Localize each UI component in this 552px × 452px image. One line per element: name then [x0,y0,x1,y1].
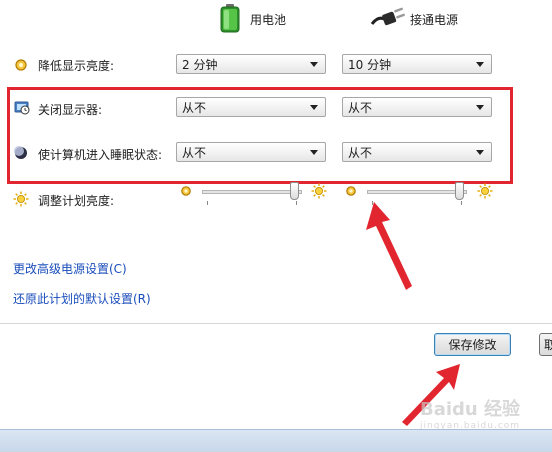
slider-thumb[interactable] [290,182,299,200]
battery-icon [218,3,242,36]
turn-off-display-label: 关闭显示器: [38,103,103,117]
slider-track [367,190,467,194]
sleep-plugged-select[interactable]: 从不 [342,142,492,162]
bright-sun-icon [477,183,493,202]
turn-off-display-plugged-select[interactable]: 从不 [342,97,492,117]
chevron-down-icon [310,149,318,155]
slider-track [202,190,302,194]
chevron-down-icon [476,61,484,67]
watermark-text: Baidu 经验 [420,399,521,420]
chevron-down-icon [310,104,318,110]
brightness-label: 调整计划亮度: [38,194,115,208]
sleep-battery-select[interactable]: 从不 [176,142,326,162]
dim-display-battery-select[interactable]: 2 分钟 [176,54,326,74]
chevron-down-icon [476,149,484,155]
dim-display-label: 降低显示亮度: [38,59,115,73]
brightness-sun-icon [13,191,29,207]
dim-display-plugged-select[interactable]: 10 分钟 [342,54,492,74]
battery-brightness-slider[interactable] [202,182,304,209]
dim-display-battery-value: 2 分钟 [182,57,218,72]
chevron-down-icon [310,61,318,67]
battery-column-header: 用电池 [218,3,287,36]
baidu-watermark-logo: Baidu 经验 jingyan.baidu.com [420,395,520,431]
monitor-clock-icon [14,101,30,115]
chevron-down-icon [476,104,484,110]
dim-sun-icon [180,185,192,200]
restore-defaults-link[interactable]: 还原此计划的默认设置(R) [13,290,151,307]
cancel-button[interactable]: 取 [539,333,552,356]
save-button[interactable]: 保存修改 [434,333,511,356]
plugged-column-header: 接通电源 [370,4,458,34]
sleep-plugged-value: 从不 [348,145,373,160]
sleep-moon-icon [14,146,28,160]
window-bottom-edge [0,429,552,452]
dim-brightness-icon [14,58,28,72]
turn-off-display-battery-select[interactable]: 从不 [176,97,326,117]
dim-sun-icon [345,185,357,200]
dim-display-plugged-value: 10 分钟 [348,57,392,72]
sleep-battery-value: 从不 [182,145,207,160]
slider-thumb[interactable] [455,182,464,200]
plugged-column-label: 接通电源 [410,12,459,27]
turn-off-display-plugged-value: 从不 [348,100,373,115]
slider-ticks [202,201,302,207]
sleep-label: 使计算机进入睡眠状态: [38,148,163,162]
annotation-arrow-up [366,202,412,290]
turn-off-display-battery-value: 从不 [182,100,207,115]
battery-column-label: 用电池 [250,12,287,27]
power-plug-icon [370,6,406,33]
bright-sun-icon [311,183,327,202]
advanced-settings-link[interactable]: 更改高级电源设置(C) [13,260,127,277]
